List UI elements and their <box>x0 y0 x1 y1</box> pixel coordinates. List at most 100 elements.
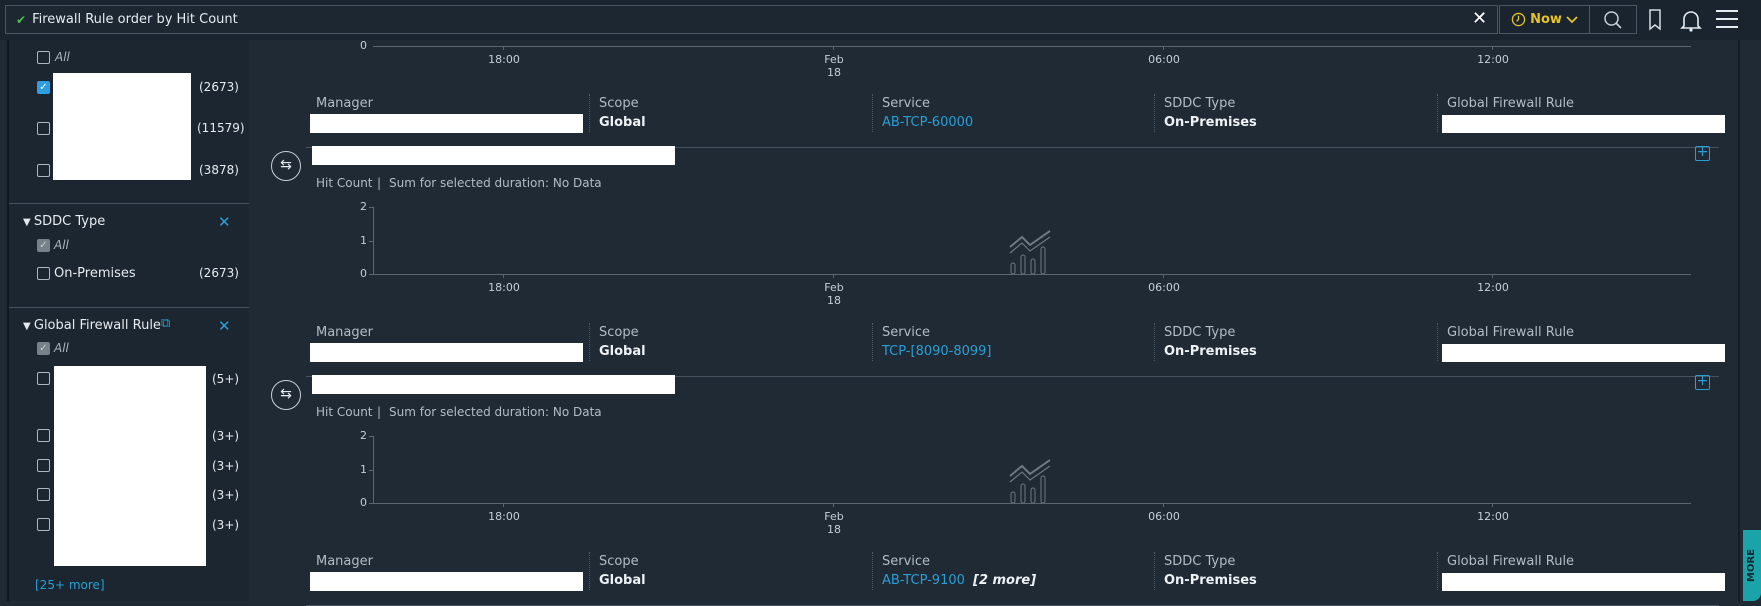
manager-value-redacted <box>310 572 583 591</box>
no-data-chart-icon <box>1008 458 1054 507</box>
valid-query-check-icon: ✔ <box>16 12 27 27</box>
section-title: Global Firewall Rule <box>33 318 161 333</box>
column-divider <box>1437 323 1438 361</box>
checkbox-rule-2[interactable] <box>37 459 50 472</box>
bookmark-icon[interactable] <box>1648 9 1662 31</box>
x-tick <box>503 46 504 50</box>
y-tick-label: 1 <box>360 462 367 476</box>
sddc-type-value: On-Premises <box>1164 344 1257 359</box>
x-tick-label: 12:00 <box>1477 510 1509 523</box>
x-tick <box>833 503 834 507</box>
redacted-rule-names <box>54 366 206 566</box>
item-count: (2673) <box>199 266 239 280</box>
manager-value-redacted <box>310 343 583 362</box>
y-tick-label: 0 <box>360 39 367 52</box>
checkbox-rule-0[interactable] <box>37 372 50 385</box>
sddc-type-value: On-Premises <box>1164 115 1257 130</box>
time-selector-button[interactable]: Now <box>1499 5 1590 34</box>
chevron-down-icon <box>1566 15 1578 23</box>
checkbox-all[interactable] <box>37 51 50 64</box>
metric-label: Hit Count <box>316 176 373 190</box>
service-link[interactable]: AB-TCP-9100 <box>882 573 965 588</box>
global-firewall-rule-header[interactable]: ▼ Global Firewall Rule <box>23 318 161 333</box>
manager-label: Manager <box>316 96 373 111</box>
column-divider <box>872 94 873 132</box>
clear-filter-icon[interactable]: ✕ <box>218 317 231 335</box>
global-firewall-rule-redacted <box>1442 115 1725 133</box>
item-count: (2673) <box>199 80 239 94</box>
service-link[interactable]: AB-TCP-60000 <box>882 115 973 130</box>
checkbox-on-premises[interactable] <box>37 267 50 280</box>
y-tick-label: 2 <box>360 200 367 213</box>
x-tick-label: 12:00 <box>1477 53 1509 66</box>
metric-summary: Sum for selected duration: No Data <box>389 176 602 190</box>
x-tick <box>1492 274 1493 278</box>
column-divider <box>1437 552 1438 590</box>
metric-separator: | <box>377 176 382 190</box>
x-axis <box>373 503 1691 504</box>
section-title: SDDC Type <box>33 214 106 229</box>
y-tick-label: 1 <box>360 233 367 247</box>
x-tick-label: 18:00 <box>488 53 520 66</box>
sddc-type-header[interactable]: ▼ SDDC Type <box>23 214 105 229</box>
checkbox-rule-1[interactable] <box>37 429 50 442</box>
x-tick <box>833 274 834 278</box>
sddc-type-value: On-Premises <box>1164 573 1257 588</box>
firewall-rule-icon: ⇆ <box>271 380 301 410</box>
column-divider <box>589 323 590 361</box>
service-link[interactable]: TCP-[8090-8099] <box>882 344 992 359</box>
x-tick <box>1163 274 1164 278</box>
clear-filter-icon[interactable]: ✕ <box>218 213 231 231</box>
column-divider <box>872 323 873 361</box>
column-divider <box>872 552 873 590</box>
global-firewall-rule-label: Global Firewall Rule <box>1447 554 1575 569</box>
x-tick <box>1163 503 1164 507</box>
expand-plus-icon[interactable]: + <box>1695 145 1710 161</box>
checkbox-rule-4[interactable] <box>37 518 50 531</box>
manager-label: Manager <box>316 554 373 569</box>
manager-label: Manager <box>316 325 373 340</box>
global-firewall-rule-redacted <box>1442 344 1725 362</box>
external-link-icon[interactable]: ⧉ <box>161 316 170 331</box>
service-more-link[interactable]: [2 more] <box>973 573 1036 588</box>
hamburger-menu-icon[interactable] <box>1715 9 1739 29</box>
sddc-type-label: SDDC Type <box>1164 96 1236 111</box>
search-input[interactable]: ✔ Firewall Rule order by Hit Count <box>5 5 1498 34</box>
metric-separator: | <box>377 405 382 419</box>
column-divider <box>1437 94 1438 132</box>
time-label: Now <box>1530 12 1562 27</box>
y-tick-label: 2 <box>360 429 367 442</box>
x-axis <box>373 46 1691 47</box>
x-tick <box>1492 46 1493 50</box>
checkbox-all-disabled[interactable]: ✓ <box>37 239 50 252</box>
search-icon <box>1604 10 1622 29</box>
expand-plus-icon[interactable]: + <box>1695 374 1710 390</box>
x-tick-label: 18:00 <box>488 510 520 523</box>
show-more-link[interactable]: [25+ more] <box>35 578 105 592</box>
x-tick-label: 18:00 <box>488 281 520 294</box>
x-tick-label: 06:00 <box>1148 510 1180 523</box>
x-tick-label: Feb 18 <box>824 281 844 307</box>
global-firewall-rule-label: Global Firewall Rule <box>1447 325 1575 340</box>
checkbox-item-1[interactable] <box>37 122 50 135</box>
item-count: (5+) <box>212 372 240 386</box>
y-tick <box>369 436 373 437</box>
checkbox-all-disabled[interactable]: ✓ <box>37 342 50 355</box>
x-axis <box>373 274 1691 275</box>
column-divider <box>589 94 590 132</box>
item-count: (11579) <box>197 121 245 135</box>
y-axis <box>373 207 374 274</box>
clear-search-icon[interactable]: ✕ <box>1472 8 1487 29</box>
all-label: All <box>55 50 70 64</box>
checkbox-item-0[interactable]: ✓ <box>37 81 50 94</box>
redacted-names <box>53 73 191 180</box>
more-guides-tab[interactable]: MORE GUIDES <box>1743 530 1761 601</box>
checkbox-item-2[interactable] <box>37 164 50 177</box>
notification-bell-icon[interactable] <box>1680 8 1702 32</box>
scope-label: Scope <box>599 96 639 111</box>
y-tick <box>369 469 373 471</box>
search-button[interactable] <box>1589 5 1637 34</box>
metric-label: Hit Count <box>316 405 373 419</box>
sddc-type-label: SDDC Type <box>1164 554 1236 569</box>
checkbox-rule-3[interactable] <box>37 488 50 501</box>
